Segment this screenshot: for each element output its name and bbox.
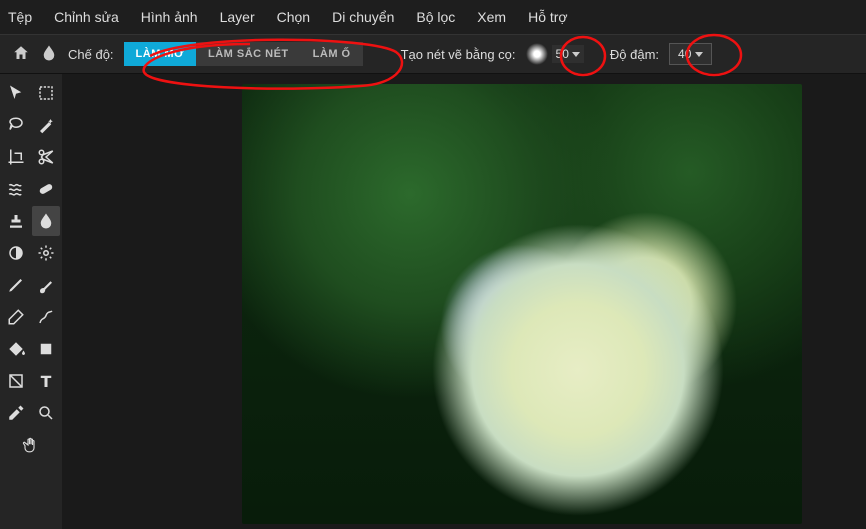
tool-pattern-brush[interactable]: [32, 302, 60, 332]
image-canvas[interactable]: [242, 84, 802, 524]
menu-select[interactable]: Chọn: [277, 9, 310, 25]
brush-preview[interactable]: 50: [526, 43, 584, 65]
toolbox: [0, 74, 62, 529]
tool-marquee[interactable]: [32, 78, 60, 108]
tool-hand[interactable]: [2, 430, 60, 460]
tool-dodge[interactable]: [2, 238, 30, 268]
tool-crop[interactable]: [2, 142, 30, 172]
intensity-dropdown[interactable]: 40: [669, 43, 712, 65]
mode-smudge-button[interactable]: LÀM Ố: [301, 42, 363, 66]
tool-stamp[interactable]: [2, 206, 30, 236]
mode-sharpen-button[interactable]: LÀM SẮC NÉT: [196, 42, 301, 66]
tool-gear[interactable]: [32, 238, 60, 268]
intensity-value: 40: [678, 47, 691, 61]
home-icon[interactable]: [12, 44, 30, 65]
tool-text[interactable]: [32, 366, 60, 396]
canvas-area[interactable]: [62, 74, 866, 529]
tool-lasso[interactable]: [2, 110, 30, 140]
tool-brush[interactable]: [32, 270, 60, 300]
tool-zoom[interactable]: [32, 398, 60, 428]
brush-size-value: 50: [556, 47, 569, 61]
menu-bar: Tệp Chỉnh sửa Hình ảnh Layer Chọn Di chu…: [0, 0, 866, 34]
tool-eyedrop[interactable]: [2, 398, 30, 428]
tool-cut[interactable]: [32, 142, 60, 172]
menu-move[interactable]: Di chuyển: [332, 9, 394, 25]
menu-view[interactable]: Xem: [477, 9, 506, 25]
mode-button-group: LÀM MỜ LÀM SẮC NÉT LÀM Ố: [124, 42, 363, 66]
tool-gradient[interactable]: [2, 366, 30, 396]
tool-heal[interactable]: [32, 174, 60, 204]
menu-file[interactable]: Tệp: [8, 9, 32, 25]
menu-image[interactable]: Hình ảnh: [141, 9, 198, 25]
tool-liquify[interactable]: [2, 174, 30, 204]
chevron-down-icon: [695, 52, 703, 57]
mode-blur-button[interactable]: LÀM MỜ: [124, 42, 196, 66]
brush-dot-icon: [526, 43, 548, 65]
tool-pencil[interactable]: [2, 270, 30, 300]
mode-label: Chế độ:: [68, 47, 114, 62]
tool-shape[interactable]: [32, 334, 60, 364]
intensity-label: Độ đậm:: [610, 47, 659, 62]
chevron-down-icon: [572, 52, 580, 57]
tool-indicator-drop-icon: [40, 44, 58, 65]
tool-drop[interactable]: [32, 206, 60, 236]
tool-eraser[interactable]: [2, 302, 30, 332]
brush-size-dropdown[interactable]: 50: [552, 45, 584, 63]
brush-label: Tạo nét vẽ bằng cọ:: [401, 47, 516, 62]
tool-pointer[interactable]: [2, 78, 30, 108]
menu-layer[interactable]: Layer: [220, 9, 255, 25]
menu-filter[interactable]: Bộ lọc: [416, 9, 455, 25]
menu-help[interactable]: Hỗ trợ: [528, 9, 568, 25]
tool-wand[interactable]: [32, 110, 60, 140]
menu-edit[interactable]: Chỉnh sửa: [54, 9, 119, 25]
workspace: [0, 74, 866, 529]
tool-fill[interactable]: [2, 334, 30, 364]
option-bar: Chế độ: LÀM MỜ LÀM SẮC NÉT LÀM Ố Tạo nét…: [0, 34, 866, 74]
